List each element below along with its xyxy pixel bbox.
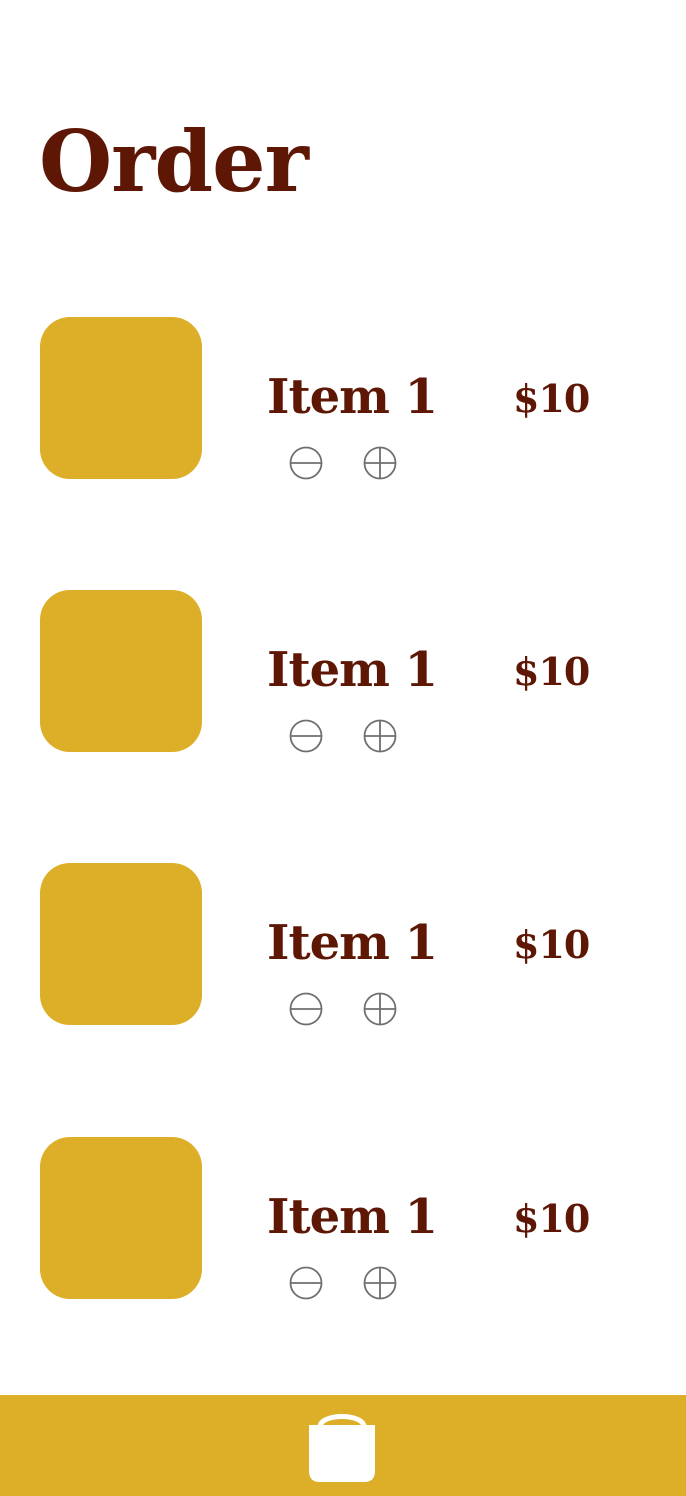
circle-plus-icon (363, 992, 397, 1026)
increase-quantity-button[interactable] (363, 719, 397, 753)
bottom-bar (0, 1395, 686, 1496)
circle-minus-icon (289, 446, 323, 480)
item-thumbnail (40, 590, 202, 752)
circle-plus-icon (363, 446, 397, 480)
circle-minus-icon (289, 719, 323, 753)
item-name: Item 1 (267, 642, 438, 698)
decrease-quantity-button[interactable] (289, 446, 323, 480)
item-price: $10 (513, 376, 590, 421)
order-item-row: Item 1 $10 (0, 863, 686, 1026)
circle-minus-icon (289, 1266, 323, 1300)
item-thumbnail (40, 863, 202, 1025)
cart-button[interactable] (306, 1405, 378, 1483)
decrease-quantity-button[interactable] (289, 719, 323, 753)
item-price: $10 (513, 922, 590, 967)
page-title: Order (39, 112, 309, 211)
increase-quantity-button[interactable] (363, 1266, 397, 1300)
item-name: Item 1 (267, 369, 438, 425)
decrease-quantity-button[interactable] (289, 992, 323, 1026)
circle-plus-icon (363, 1266, 397, 1300)
order-item-row: Item 1 $10 (0, 1137, 686, 1300)
decrease-quantity-button[interactable] (289, 1266, 323, 1300)
item-name: Item 1 (267, 915, 438, 971)
item-thumbnail (40, 1137, 202, 1299)
circle-minus-icon (289, 992, 323, 1026)
item-price: $10 (513, 1196, 590, 1241)
order-item-row: Item 1 $10 (0, 590, 686, 753)
item-thumbnail (40, 317, 202, 479)
increase-quantity-button[interactable] (363, 446, 397, 480)
item-name: Item 1 (267, 1189, 438, 1245)
item-price: $10 (513, 649, 590, 694)
circle-plus-icon (363, 719, 397, 753)
order-item-row: Item 1 $10 (0, 317, 686, 480)
increase-quantity-button[interactable] (363, 992, 397, 1026)
shopping-bag-icon (309, 1414, 375, 1482)
